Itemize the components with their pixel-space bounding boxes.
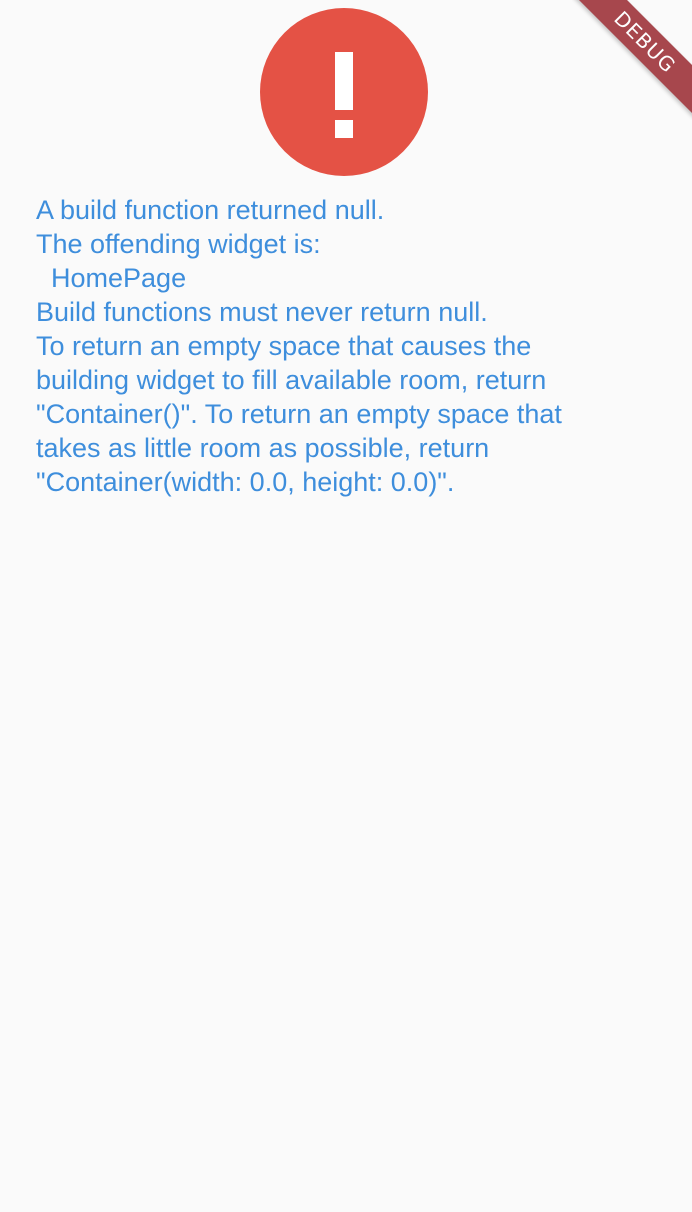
error-screen: A build function returned null. The offe… bbox=[0, 0, 692, 1212]
error-line-hint-2: building widget to fill available room, … bbox=[36, 365, 547, 395]
error-line-hint-1: To return an empty space that causes the bbox=[36, 331, 532, 361]
error-message: A build function returned null. The offe… bbox=[36, 193, 656, 499]
error-line-hint-4: takes as little room as possible, return bbox=[36, 433, 490, 463]
error-line-hint-3: "Container()". To return an empty space … bbox=[36, 399, 562, 429]
error-line-title: A build function returned null. bbox=[36, 195, 385, 225]
debug-banner: DEBUG bbox=[572, 0, 692, 120]
error-line-rule: Build functions must never return null. bbox=[36, 297, 488, 327]
debug-banner-label: DEBUG bbox=[572, 0, 692, 120]
error-line-hint-5: "Container(width: 0.0, height: 0.0)". bbox=[36, 467, 455, 497]
error-line-offending-label: The offending widget is: bbox=[36, 229, 321, 259]
exclamation-icon bbox=[260, 8, 428, 176]
error-line-widget-name: HomePage bbox=[36, 263, 187, 293]
